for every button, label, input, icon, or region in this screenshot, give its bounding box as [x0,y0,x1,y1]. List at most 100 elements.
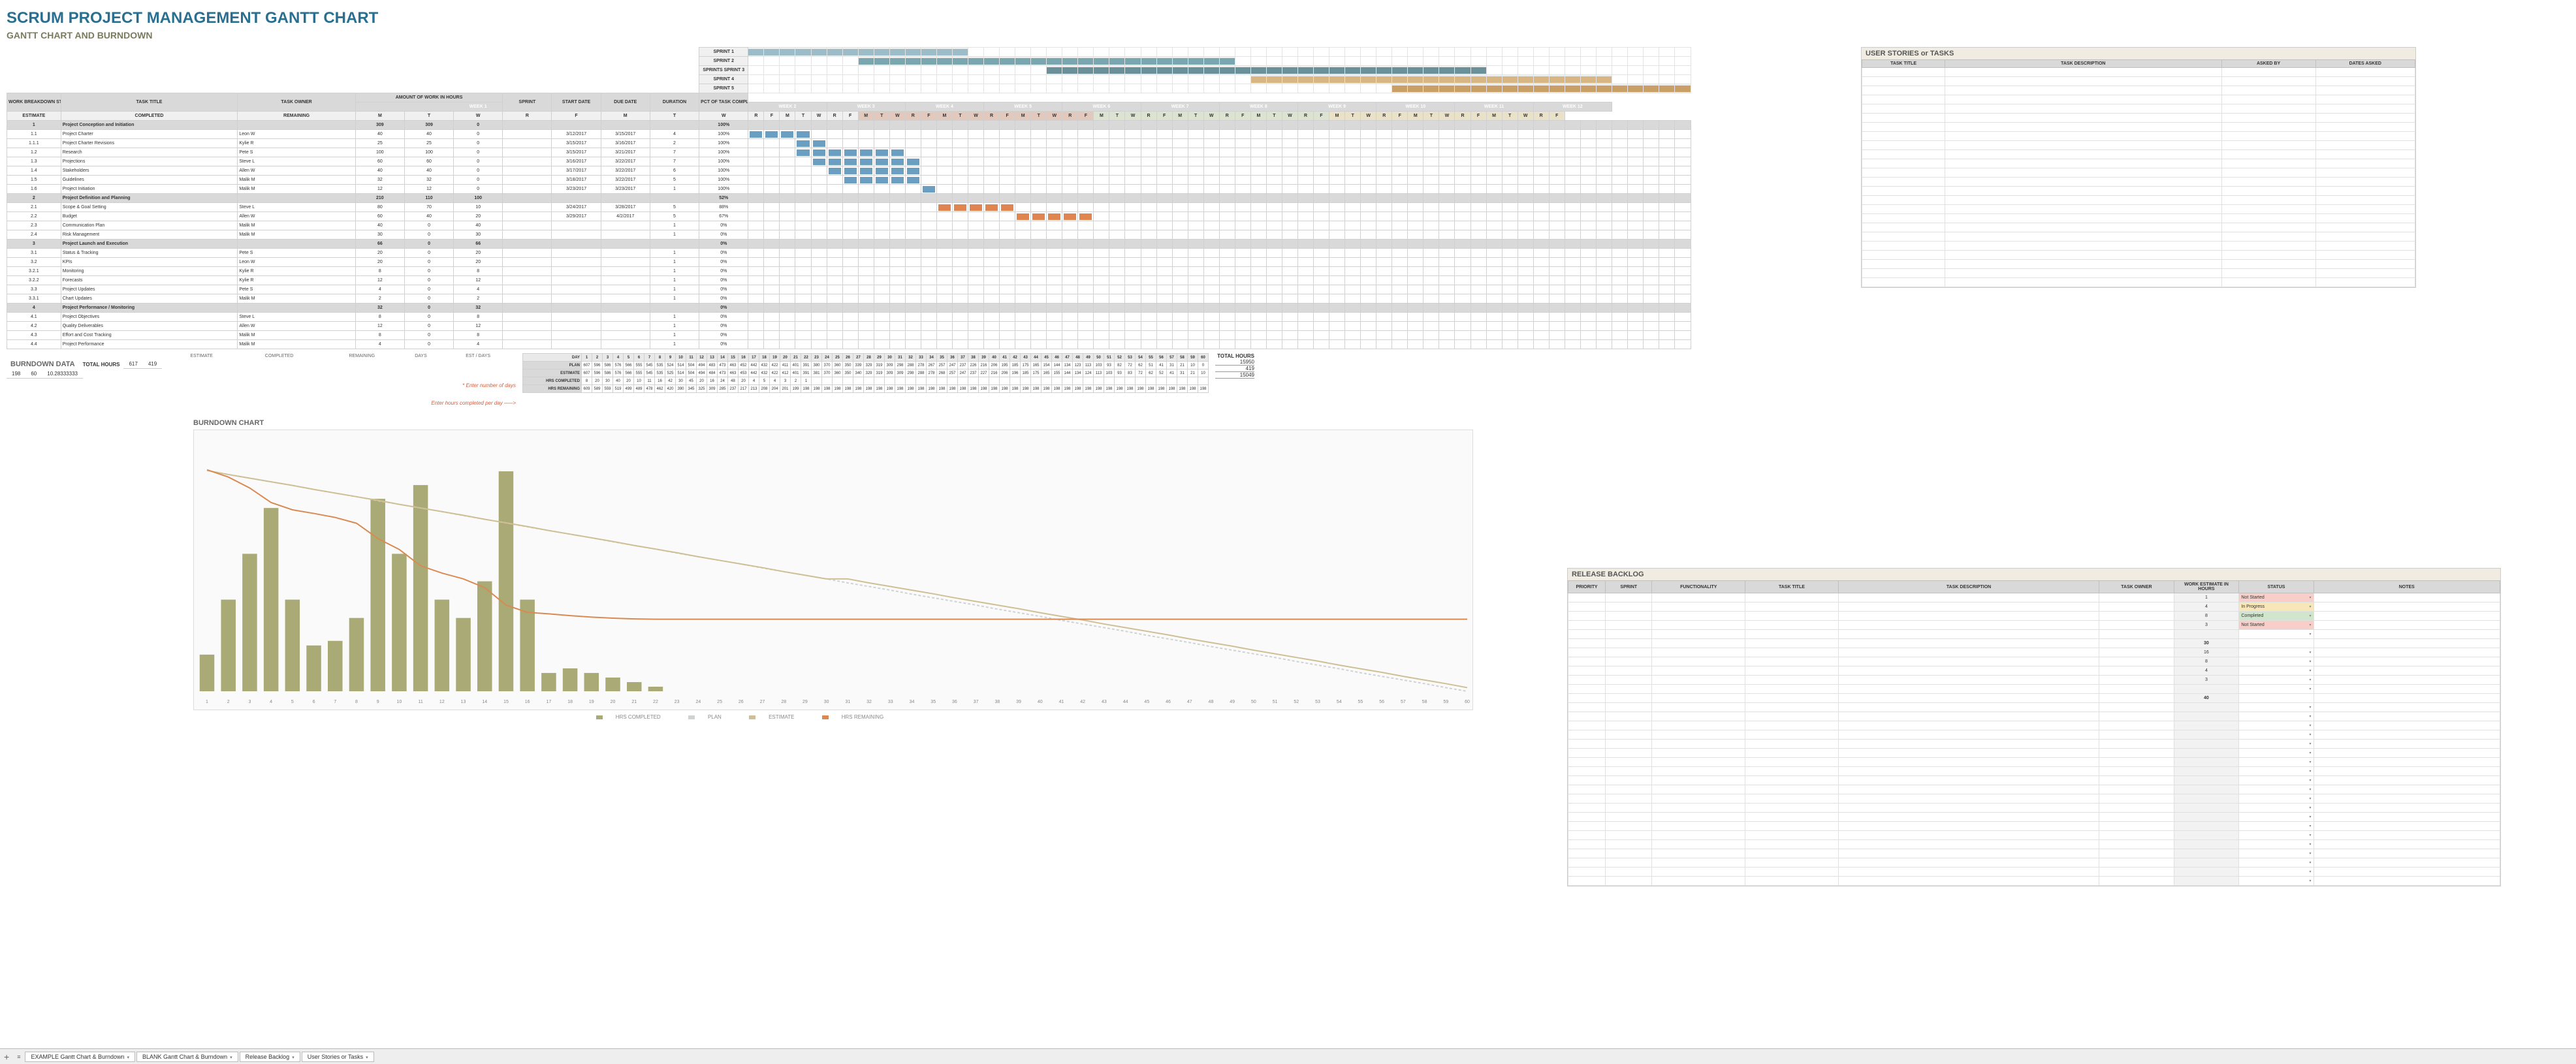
week-header: WEEK 12 [1533,102,1612,112]
sheet-tab[interactable]: Release Backlog▾ [240,1052,300,1062]
backlog-row[interactable]: 4In Progress▾ [1568,602,2500,612]
user-story-row[interactable] [1862,95,2415,104]
hdr-owner: TASK OWNER [238,93,355,112]
user-story-row[interactable] [1862,104,2415,114]
rb-hdr-desc: TASK DESCRIPTION [1838,581,2099,593]
sheet-tab[interactable]: User Stories or Tasks▾ [302,1052,374,1062]
task-row[interactable]: 3.2.2ForecastsKylie R1201210% [7,276,1691,285]
backlog-row[interactable]: ▾ [1568,767,2500,776]
task-row[interactable]: 1.6Project InitiationMalik M121203/23/20… [7,185,1691,194]
backlog-row[interactable]: ▾ [1568,877,2500,886]
bd-row-label: DAY [523,354,582,362]
task-row[interactable]: 1.5GuidelinesMalik M323203/18/20173/22/2… [7,176,1691,185]
user-story-row[interactable] [1862,123,2415,132]
user-story-row[interactable] [1862,132,2415,141]
task-row[interactable]: 3.2KPIsLeon W2002010% [7,258,1691,267]
backlog-row[interactable]: 40 [1568,694,2500,703]
user-story-row[interactable] [1862,223,2415,232]
user-story-row[interactable] [1862,251,2415,260]
backlog-row[interactable]: ▾ [1568,804,2500,813]
svg-text:6: 6 [313,700,315,704]
task-row[interactable]: 1.3ProjectionsSteve L606003/16/20173/22/… [7,157,1691,166]
task-row[interactable]: 3Project Launch and Execution660660% [7,240,1691,249]
task-row[interactable]: 1.1Project CharterLeon W404003/12/20173/… [7,130,1691,139]
user-story-row[interactable] [1862,141,2415,150]
backlog-row[interactable]: ▾ [1568,822,2500,831]
sheet-tab[interactable]: EXAMPLE Gantt Chart & Burndown▾ [25,1052,135,1062]
backlog-row[interactable]: 3▾ [1568,676,2500,685]
backlog-row[interactable]: ▾ [1568,703,2500,712]
backlog-row[interactable]: 16▾ [1568,648,2500,657]
release-backlog-table[interactable]: PRIORITY SPRINT FUNCTIONALITY TASK TITLE… [1568,580,2500,886]
task-row[interactable]: 4.4Project PerformanceMalik M40410% [7,340,1691,349]
user-story-row[interactable] [1862,278,2415,287]
task-row[interactable]: 2.4Risk ManagementMalik M3003010% [7,230,1691,240]
backlog-row[interactable]: 30 [1568,639,2500,648]
release-backlog-title: RELEASE BACKLOG [1568,569,2500,580]
task-row[interactable]: 3.1Status & TrackingPete S2002010% [7,249,1691,258]
task-row[interactable]: 4.2Quality DeliverablesAllen W1201210% [7,322,1691,331]
user-story-row[interactable] [1862,260,2415,269]
user-story-row[interactable] [1862,269,2415,278]
all-sheets-button[interactable]: ≡ [13,1054,24,1060]
user-story-row[interactable] [1862,232,2415,242]
backlog-row[interactable]: 8Completed▾ [1568,612,2500,621]
backlog-row[interactable]: ▾ [1568,785,2500,794]
backlog-row[interactable]: ▾ [1568,831,2500,840]
task-row[interactable]: 3.3Project UpdatesPete S40410% [7,285,1691,294]
task-row[interactable]: 4.3Effort and Cost TrackingMalik M80810% [7,331,1691,340]
task-row[interactable]: 2.2BudgetAllen W6040203/29/20174/2/20175… [7,212,1691,221]
user-story-row[interactable] [1862,205,2415,214]
backlog-row[interactable]: 4▾ [1568,666,2500,676]
backlog-row[interactable]: 3Not Started▾ [1568,621,2500,630]
backlog-row[interactable]: ▾ [1568,740,2500,749]
backlog-row[interactable]: ▾ [1568,749,2500,758]
backlog-row[interactable]: ▾ [1568,721,2500,730]
user-story-row[interactable] [1862,214,2415,223]
svg-text:57: 57 [1401,700,1406,704]
task-row[interactable]: 1.2ResearchPete S10010003/15/20173/21/20… [7,148,1691,157]
backlog-row[interactable]: 1Not Started▾ [1568,593,2500,602]
backlog-row[interactable]: ▾ [1568,868,2500,877]
backlog-row[interactable]: ▾ [1568,858,2500,868]
user-story-row[interactable] [1862,77,2415,86]
task-row[interactable]: 3.3.1Chart UpdatesMalik M20210% [7,294,1691,304]
user-story-row[interactable] [1862,86,2415,95]
user-story-row[interactable] [1862,150,2415,159]
day-header: R [1455,112,1471,121]
backlog-row[interactable]: ▾ [1568,685,2500,694]
task-row[interactable]: 4.1Project ObjectivesSteve L80810% [7,313,1691,322]
task-row[interactable]: 3.2.1MonitoringKylie R80810% [7,267,1691,276]
user-story-row[interactable] [1862,168,2415,178]
svg-text:46: 46 [1166,700,1171,704]
user-story-row[interactable] [1862,187,2415,196]
user-story-row[interactable] [1862,196,2415,205]
svg-text:12: 12 [439,700,445,704]
user-story-row[interactable] [1862,159,2415,168]
backlog-row[interactable]: ▾ [1568,730,2500,740]
backlog-row[interactable]: ▾ [1568,840,2500,849]
task-row[interactable]: 1Project Conception and Initiation309309… [7,121,1691,130]
backlog-row[interactable]: ▾ [1568,630,2500,639]
task-row[interactable]: 1.1.1Project Charter RevisionsKylie R252… [7,139,1691,148]
backlog-row[interactable]: ▾ [1568,712,2500,721]
user-story-row[interactable] [1862,114,2415,123]
backlog-row[interactable]: ▾ [1568,794,2500,804]
backlog-row[interactable]: ▾ [1568,813,2500,822]
task-row[interactable]: 4Project Performance / Monitoring320320% [7,304,1691,313]
sheet-tab[interactable]: BLANK Gantt Chart & Burndown▾ [136,1052,238,1062]
backlog-row[interactable]: 8▾ [1568,657,2500,666]
backlog-row[interactable]: ▾ [1568,758,2500,767]
task-row[interactable]: 2.1Scope & Goal SettingSteve L8070103/24… [7,203,1691,212]
task-row[interactable]: 2Project Definition and Planning21011010… [7,194,1691,203]
sprint-label: SPRINTS SPRINT 3 [699,66,748,75]
user-stories-table[interactable]: TASK TITLE TASK DESCRIPTION ASKED BY DAT… [1862,59,2415,287]
backlog-row[interactable]: ▾ [1568,849,2500,858]
task-row[interactable]: 1.4StakeholdersAllen W404003/17/20173/22… [7,166,1691,176]
user-story-row[interactable] [1862,68,2415,77]
user-story-row[interactable] [1862,178,2415,187]
user-story-row[interactable] [1862,242,2415,251]
task-row[interactable]: 2.3Communication PlanMalik M4004010% [7,221,1691,230]
backlog-row[interactable]: ▾ [1568,776,2500,785]
add-sheet-button[interactable]: + [0,1052,13,1062]
